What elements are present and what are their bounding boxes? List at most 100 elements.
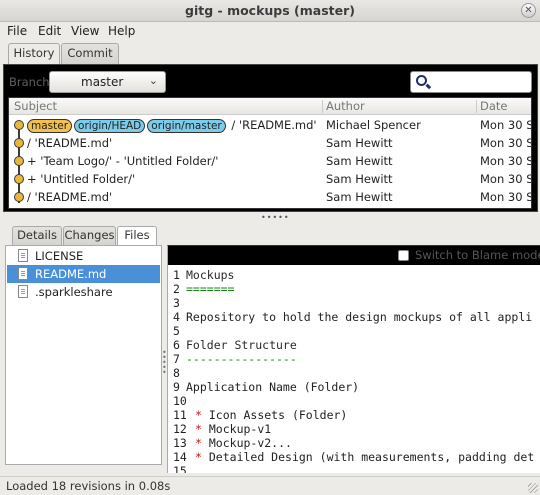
code-text: Mockups [186, 268, 235, 282]
file-name: README.md [35, 267, 107, 281]
code-line: 10 [173, 394, 187, 408]
menu-bar: File Edit View Help [0, 22, 540, 42]
blame-label[interactable]: Switch to Blame mode [415, 248, 540, 262]
commit-dot-icon [14, 138, 24, 148]
code-text: Mockup-v1 [208, 422, 272, 436]
commit-author: Sam Hewitt [326, 172, 393, 186]
code-line: 6 Folder Structure [173, 338, 297, 352]
window-resize-grip[interactable] [528, 483, 538, 493]
tab-history[interactable]: History [8, 43, 60, 65]
line-number: 7 [173, 352, 180, 366]
file-item[interactable]: LICENSE [7, 247, 160, 265]
chevron-down-icon: ⌄ [148, 74, 158, 87]
column-author[interactable]: Author [326, 99, 365, 113]
menu-edit[interactable]: Edit [38, 24, 61, 38]
bullet-marker: * [195, 436, 202, 450]
branch-badge: master [27, 119, 73, 133]
line-number: 1 [173, 268, 180, 282]
commit-list[interactable]: Subject Author Date master origin/HEAD ori… [8, 97, 532, 209]
commit-row[interactable]: / 'README.md' Sam Hewitt Mon 30 Sep [9, 134, 531, 152]
code-line: 11 * Icon Assets (Folder) [173, 408, 347, 422]
commit-list-header: Subject Author Date [9, 98, 531, 115]
code-text: Icon Assets (Folder) [208, 408, 348, 422]
viewer-toolbar: Switch to Blame mode [168, 246, 540, 265]
commit-dot-icon [14, 192, 24, 202]
tab-details[interactable]: Details [12, 226, 62, 245]
column-divider [322, 100, 323, 113]
code-line: 5 [173, 324, 186, 338]
history-pane: Branch: master ⌄ Subject Author Date mas… [3, 64, 538, 212]
code-text: Repository to hold the design mockups of… [186, 310, 533, 324]
code-text: ======= [186, 282, 235, 296]
tab-changes[interactable]: Changes [63, 226, 116, 245]
commit-dot-icon [14, 174, 24, 184]
commit-dot-icon [14, 156, 24, 166]
code-text: Mockup-v2... [208, 436, 292, 450]
file-name: LICENSE [35, 249, 84, 263]
code-view[interactable]: 1 Mockups 2 ======= 3 4 Repository to hold … [168, 266, 540, 473]
code-text: Folder Structure [186, 338, 297, 352]
commit-date: Mon 30 Sep [480, 154, 531, 168]
branch-selector[interactable]: master ⌄ [49, 71, 166, 93]
window-title: gitg - mockups (master) [185, 3, 355, 18]
code-line: 7 ---------------- [173, 352, 297, 366]
branch-selected: master [81, 75, 124, 89]
commit-row[interactable]: + 'Team Logo/' - 'Untitled Folder/' Sam … [9, 152, 531, 170]
commit-date: Mon 30 Sep [480, 190, 531, 204]
commit-subject: / 'README.md' [27, 136, 113, 150]
commit-author: Sam Hewitt [326, 136, 393, 150]
code-line: 12 * Mockup-v1 [173, 422, 271, 436]
commit-row[interactable]: master origin/HEAD origin/master / 'README… [9, 116, 531, 134]
file-viewer: Switch to Blame mode 1 Mockups 2 ======= 3… [167, 245, 540, 473]
line-number: 11 [173, 408, 187, 422]
line-number: 6 [173, 338, 180, 352]
commit-author: Sam Hewitt [326, 190, 393, 204]
code-line: 3 [173, 296, 186, 310]
line-number: 12 [173, 422, 187, 436]
commit-date: Mon 30 Sep [480, 172, 531, 186]
code-text: Detailed Design (with measurements, padd… [208, 450, 535, 464]
file-icon [18, 249, 28, 262]
search-icon [416, 75, 427, 86]
line-number: 4 [173, 310, 180, 324]
file-item[interactable]: README.md [7, 265, 160, 283]
bullet-marker: * [195, 422, 202, 436]
pane-resize-handle[interactable]: ••••• [261, 213, 290, 222]
status-bar: Loaded 18 revisions in 0.08s [0, 476, 540, 495]
branch-label: Branch: [9, 75, 54, 89]
commit-date: Mon 30 Sep [480, 136, 531, 150]
commit-subject: + 'Untitled Folder/' [27, 172, 136, 186]
split-handle[interactable]: • • • • • [162, 349, 167, 377]
title-bar: gitg - mockups (master) ✕ [0, 0, 540, 22]
commit-author: Sam Hewitt [326, 154, 393, 168]
menu-file[interactable]: File [7, 24, 27, 38]
commit-author: Michael Spencer [326, 118, 421, 132]
file-item[interactable]: .sparkleshare [7, 283, 160, 301]
commit-date: Mon 30 Sep [480, 118, 531, 132]
search-input[interactable] [410, 71, 532, 93]
code-text: Application Name (Folder) [186, 380, 360, 394]
branch-badge: origin/HEAD [74, 119, 146, 133]
close-icon[interactable]: ✕ [521, 3, 536, 18]
line-number: 3 [173, 296, 180, 310]
blame-checkbox[interactable] [398, 250, 409, 261]
commit-subject: / 'README.md' [27, 190, 113, 204]
code-line: 14 * Detailed Design (with measurements, … [173, 450, 534, 464]
line-number: 9 [173, 380, 180, 394]
column-date[interactable]: Date [480, 99, 508, 113]
line-number: 5 [173, 324, 180, 338]
menu-help[interactable]: Help [108, 24, 135, 38]
code-line: 1 Mockups [173, 268, 234, 282]
line-number: 15 [173, 464, 187, 473]
tab-files[interactable]: Files [117, 226, 157, 246]
code-line: 8 [173, 366, 186, 380]
code-line: 4 Repository to hold the design mockups o… [173, 310, 532, 324]
column-subject[interactable]: Subject [14, 99, 57, 113]
commit-row[interactable]: / 'README.md' Sam Hewitt Mon 30 Sep [9, 188, 531, 206]
code-line: 15 [173, 464, 187, 473]
file-icon [18, 285, 28, 298]
commit-row[interactable]: + 'Untitled Folder/' Sam Hewitt Mon 30 S… [9, 170, 531, 188]
menu-view[interactable]: View [71, 24, 99, 38]
tab-commit[interactable]: Commit [61, 43, 119, 64]
code-line: 2 ======= [173, 282, 234, 296]
